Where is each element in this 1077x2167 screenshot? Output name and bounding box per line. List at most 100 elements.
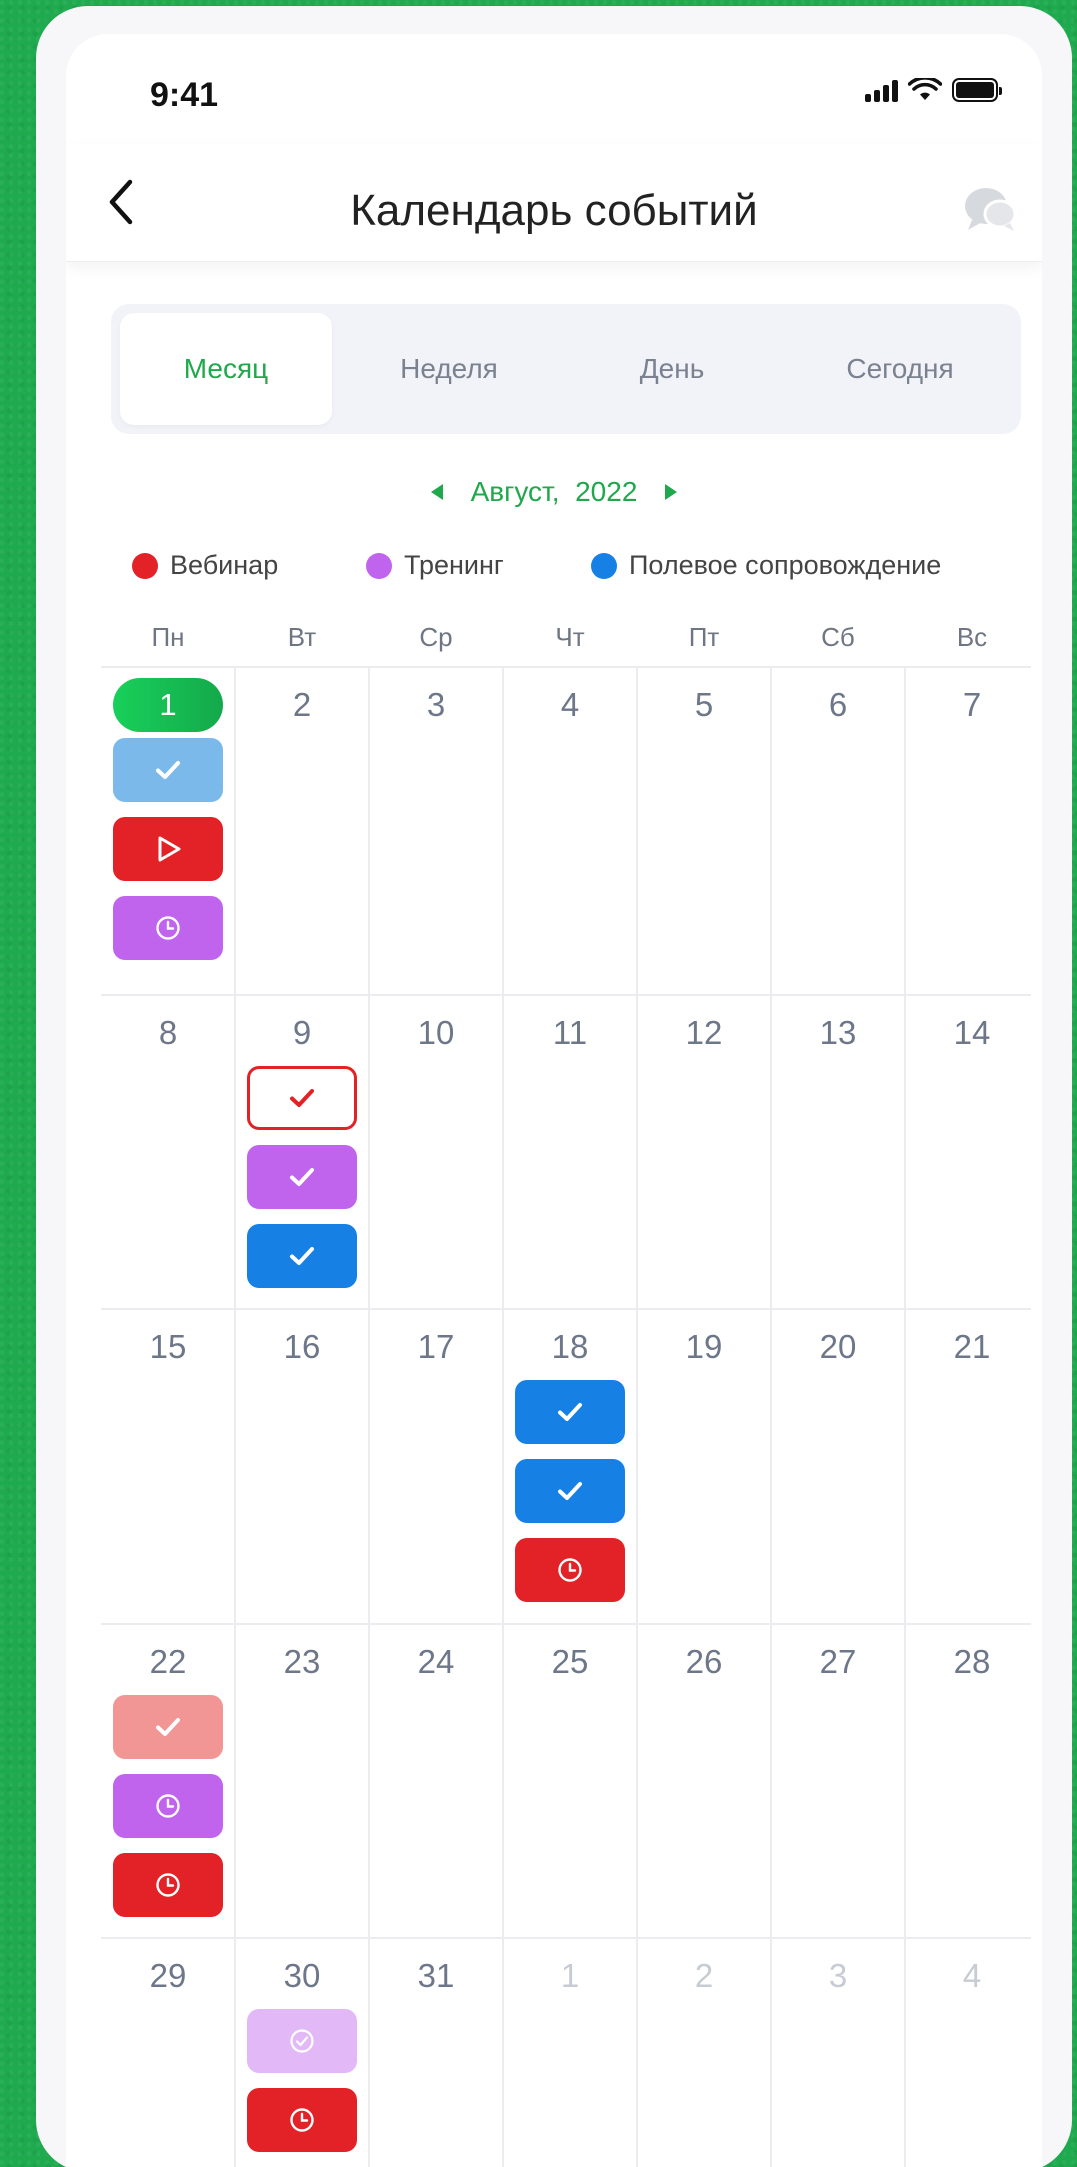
day-number: 20 bbox=[819, 1328, 857, 1365]
day-number: 1 bbox=[560, 1957, 580, 1994]
day-number: 13 bbox=[819, 1014, 857, 1051]
day-number: 5 bbox=[694, 686, 714, 723]
event-webinar[interactable] bbox=[113, 817, 223, 881]
status-time: 9:41 bbox=[150, 76, 219, 114]
event-webinar[interactable] bbox=[113, 1695, 223, 1759]
tab-today[interactable]: Сегодня bbox=[789, 313, 1011, 425]
day-number: 26 bbox=[685, 1643, 723, 1680]
legend-dot-field bbox=[591, 552, 617, 579]
weekday-label: Вт bbox=[287, 622, 317, 652]
day-number: 23 bbox=[283, 1643, 321, 1680]
clock-icon bbox=[156, 916, 180, 940]
clock-icon bbox=[558, 1558, 582, 1582]
weekday-label: Вс bbox=[956, 622, 988, 652]
month-grid: 1 2 3 4 5 6 7 8 9 10 11 12 13 14 15 16 17 18 19 20 21 22 23 24 2… bbox=[101, 666, 1031, 2167]
legend-label: Полевое сопровождение bbox=[629, 550, 942, 580]
event-webinar[interactable] bbox=[247, 2088, 357, 2152]
event-field[interactable] bbox=[247, 1224, 357, 1288]
day-number: 30 bbox=[283, 1957, 321, 1994]
month-label: Август, 2022 bbox=[470, 476, 638, 507]
day-number: 29 bbox=[149, 1957, 187, 1994]
battery-icon bbox=[952, 78, 1002, 102]
check-icon bbox=[156, 1718, 180, 1736]
wifi-icon bbox=[908, 78, 942, 100]
day-number: 7 bbox=[962, 686, 982, 723]
play-icon bbox=[158, 836, 181, 862]
check-icon bbox=[290, 1247, 314, 1265]
day-number: 22 bbox=[149, 1643, 187, 1680]
legend-dot-webinar bbox=[132, 552, 158, 579]
tab-week[interactable]: Неделя bbox=[343, 313, 555, 425]
day-number: 4 bbox=[962, 1957, 982, 1994]
legend-item-webinar: Вебинар bbox=[132, 550, 278, 581]
event-webinar[interactable] bbox=[515, 1538, 625, 1602]
check-icon bbox=[290, 1089, 314, 1107]
day-number: 27 bbox=[819, 1643, 857, 1680]
check-icon bbox=[558, 1403, 582, 1421]
event-legend: Вебинар Тренинг Полевое сопровождение bbox=[66, 550, 1042, 594]
chat-button[interactable] bbox=[962, 184, 1018, 234]
day-number: 31 bbox=[417, 1957, 455, 1994]
day-number: 17 bbox=[417, 1328, 455, 1365]
legend-dot-training bbox=[366, 552, 392, 579]
day-number: 11 bbox=[552, 1014, 588, 1051]
legend-item-training: Тренинг bbox=[366, 550, 504, 581]
event-field[interactable] bbox=[515, 1380, 625, 1444]
next-month-button[interactable] bbox=[665, 484, 678, 500]
event-field[interactable] bbox=[515, 1459, 625, 1523]
day-number: 6 bbox=[828, 686, 848, 723]
check-icon bbox=[558, 1482, 582, 1500]
weekday-label: Пн bbox=[151, 622, 185, 652]
event-webinar[interactable] bbox=[247, 1066, 357, 1130]
status-icons bbox=[865, 78, 1002, 102]
check-icon bbox=[290, 1168, 314, 1186]
day-number: 15 bbox=[149, 1328, 187, 1365]
prev-month-button[interactable] bbox=[430, 484, 443, 500]
check-circle-icon bbox=[290, 2029, 314, 2053]
event-webinar[interactable] bbox=[113, 1853, 223, 1917]
view-mode-tabs: Месяц Неделя День Сегодня bbox=[111, 304, 1021, 434]
phone-frame: 9:41 Календарь событий Месяц Неделя День… bbox=[36, 6, 1072, 2167]
weekday-label: Чт bbox=[555, 622, 585, 652]
event-training[interactable] bbox=[247, 2009, 357, 2073]
day-number: 3 bbox=[828, 1957, 848, 1994]
clock-icon bbox=[156, 1794, 180, 1818]
day-number: 24 bbox=[417, 1643, 455, 1680]
clock-icon bbox=[156, 1873, 180, 1897]
day-number: 28 bbox=[953, 1643, 991, 1680]
tab-month[interactable]: Месяц bbox=[120, 313, 332, 425]
tab-day[interactable]: День bbox=[566, 313, 778, 425]
app-screen: 9:41 Календарь событий Месяц Неделя День… bbox=[66, 34, 1042, 2167]
event-field[interactable] bbox=[113, 738, 223, 802]
event-training[interactable] bbox=[113, 1774, 223, 1838]
day-number: 21 bbox=[953, 1328, 991, 1365]
chat-bubbles-icon bbox=[965, 188, 1017, 231]
event-training[interactable] bbox=[247, 1145, 357, 1209]
day-number: 18 bbox=[551, 1328, 589, 1365]
day-number: 14 bbox=[953, 1014, 991, 1051]
weekday-header: Пн Вт Ср Чт Пт Сб Вс bbox=[101, 622, 1031, 662]
check-icon bbox=[156, 761, 180, 779]
day-number: 8 bbox=[158, 1014, 178, 1051]
event-training[interactable] bbox=[113, 896, 223, 960]
day-number: 3 bbox=[426, 686, 446, 723]
legend-label: Тренинг bbox=[404, 550, 504, 580]
day-number: 9 bbox=[292, 1014, 312, 1051]
day-number: 2 bbox=[292, 686, 312, 723]
clock-icon bbox=[290, 2108, 314, 2132]
day-number: 2 bbox=[694, 1957, 714, 1994]
weekday-label: Сб bbox=[821, 622, 855, 652]
legend-label: Вебинар bbox=[170, 550, 279, 580]
day-number: 16 bbox=[283, 1328, 321, 1365]
day-number: 25 bbox=[551, 1643, 589, 1680]
weekday-label: Ср bbox=[419, 622, 453, 652]
status-bar: 9:41 bbox=[66, 34, 1042, 122]
app-header: Календарь событий bbox=[66, 144, 1042, 262]
weekday-label: Пт bbox=[688, 622, 720, 652]
day-number: 4 bbox=[560, 686, 580, 723]
legend-item-field: Полевое сопровождение bbox=[591, 550, 941, 581]
month-navigator: Август, 2022 bbox=[66, 476, 1042, 508]
day-number: 10 bbox=[417, 1014, 455, 1051]
signal-icon bbox=[865, 78, 898, 102]
today-day-number[interactable]: 1 bbox=[113, 678, 223, 732]
